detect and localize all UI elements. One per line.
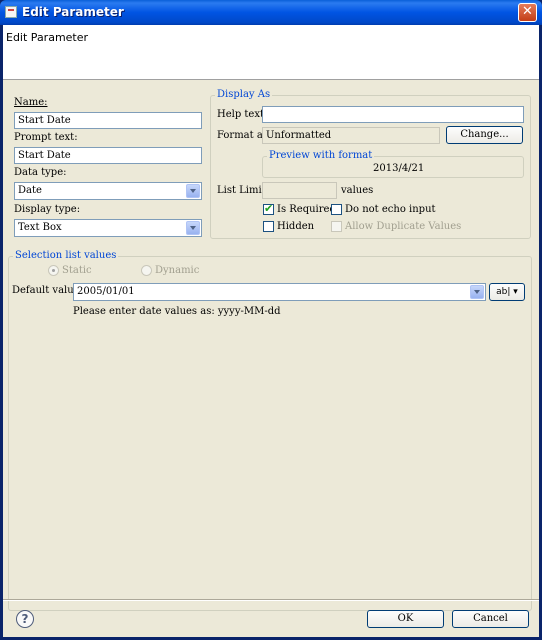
display-as-legend: Display As bbox=[215, 89, 273, 100]
preview-legend: Preview with format bbox=[267, 150, 375, 161]
help-text-input[interactable] bbox=[262, 106, 524, 123]
prompt-text-input[interactable]: Start Date bbox=[14, 147, 202, 164]
dynamic-radio bbox=[141, 265, 152, 276]
help-text-label: Help text: bbox=[217, 109, 268, 120]
data-type-label-text: Data type: bbox=[14, 167, 67, 178]
date-format-hint: Please enter date values as: yyyy-MM-dd bbox=[73, 306, 281, 317]
dialog-header-title: Edit Parameter bbox=[6, 31, 89, 44]
static-radio bbox=[48, 265, 59, 276]
do-not-echo-checkbox[interactable] bbox=[331, 204, 342, 215]
name-label-text: Name: bbox=[14, 97, 48, 108]
format-as-field: Unformatted bbox=[262, 127, 440, 144]
name-label: Name: bbox=[14, 97, 47, 108]
default-value-combo[interactable]: 2005/01/01 bbox=[73, 283, 486, 301]
allow-duplicates-label: Allow Duplicate Values bbox=[345, 221, 462, 232]
static-label: Static bbox=[62, 265, 92, 276]
close-button[interactable]: ✕ bbox=[518, 3, 537, 22]
list-limit-values-label: values bbox=[341, 185, 374, 196]
display-type-select[interactable]: Text Box bbox=[14, 219, 202, 237]
display-type-value: Text Box bbox=[18, 222, 62, 233]
selection-list-legend: Selection list values bbox=[13, 250, 119, 261]
hidden-label: Hidden bbox=[277, 221, 315, 232]
data-type-select[interactable]: Date bbox=[14, 182, 202, 200]
display-type-label: Display type: bbox=[14, 204, 80, 215]
prompt-text-label: Prompt text: bbox=[14, 132, 78, 143]
change-format-button[interactable]: Change... bbox=[446, 126, 523, 144]
display-type-label-text: Display type: bbox=[14, 204, 81, 215]
default-value-text: 2005/01/01 bbox=[77, 286, 135, 297]
expression-builder-button[interactable]: ab| ▾ bbox=[489, 283, 525, 301]
help-icon[interactable]: ? bbox=[16, 610, 34, 628]
title-bar[interactable]: Edit Parameter ✕ bbox=[0, 0, 542, 25]
data-type-label: Data type: bbox=[14, 167, 67, 178]
chevron-down-icon[interactable] bbox=[186, 221, 200, 235]
list-limit-input bbox=[262, 182, 337, 199]
dynamic-label: Dynamic bbox=[155, 265, 200, 276]
chevron-down-icon[interactable] bbox=[470, 285, 484, 299]
expression-builder-label: ab| bbox=[496, 287, 511, 297]
ok-button[interactable]: OK bbox=[367, 610, 444, 628]
is-required-label: Is Required bbox=[277, 204, 336, 215]
edit-parameter-window: Edit Parameter ✕ Edit Parameter Name: St… bbox=[0, 0, 542, 640]
chevron-down-icon[interactable] bbox=[186, 184, 200, 198]
do-not-echo-label: Do not echo input bbox=[345, 204, 436, 215]
hidden-checkbox[interactable] bbox=[263, 221, 274, 232]
name-input[interactable]: Start Date bbox=[14, 112, 202, 129]
cancel-button[interactable]: Cancel bbox=[452, 610, 529, 628]
dropdown-arrow-icon[interactable]: ▾ bbox=[513, 287, 518, 297]
preview-value: 2013/4/21 bbox=[373, 163, 425, 174]
dialog-header: Edit Parameter bbox=[3, 25, 539, 80]
window-icon bbox=[5, 6, 17, 18]
prompt-text-label-text: Prompt text: bbox=[14, 132, 78, 143]
is-required-checkbox[interactable] bbox=[263, 202, 274, 215]
footer-separator-highlight bbox=[3, 600, 539, 601]
dialog-client-area: Edit Parameter Name: Start Date Prompt t… bbox=[3, 25, 539, 637]
window-title: Edit Parameter bbox=[22, 5, 124, 19]
data-type-value: Date bbox=[18, 185, 42, 196]
allow-duplicates-checkbox bbox=[331, 221, 342, 232]
